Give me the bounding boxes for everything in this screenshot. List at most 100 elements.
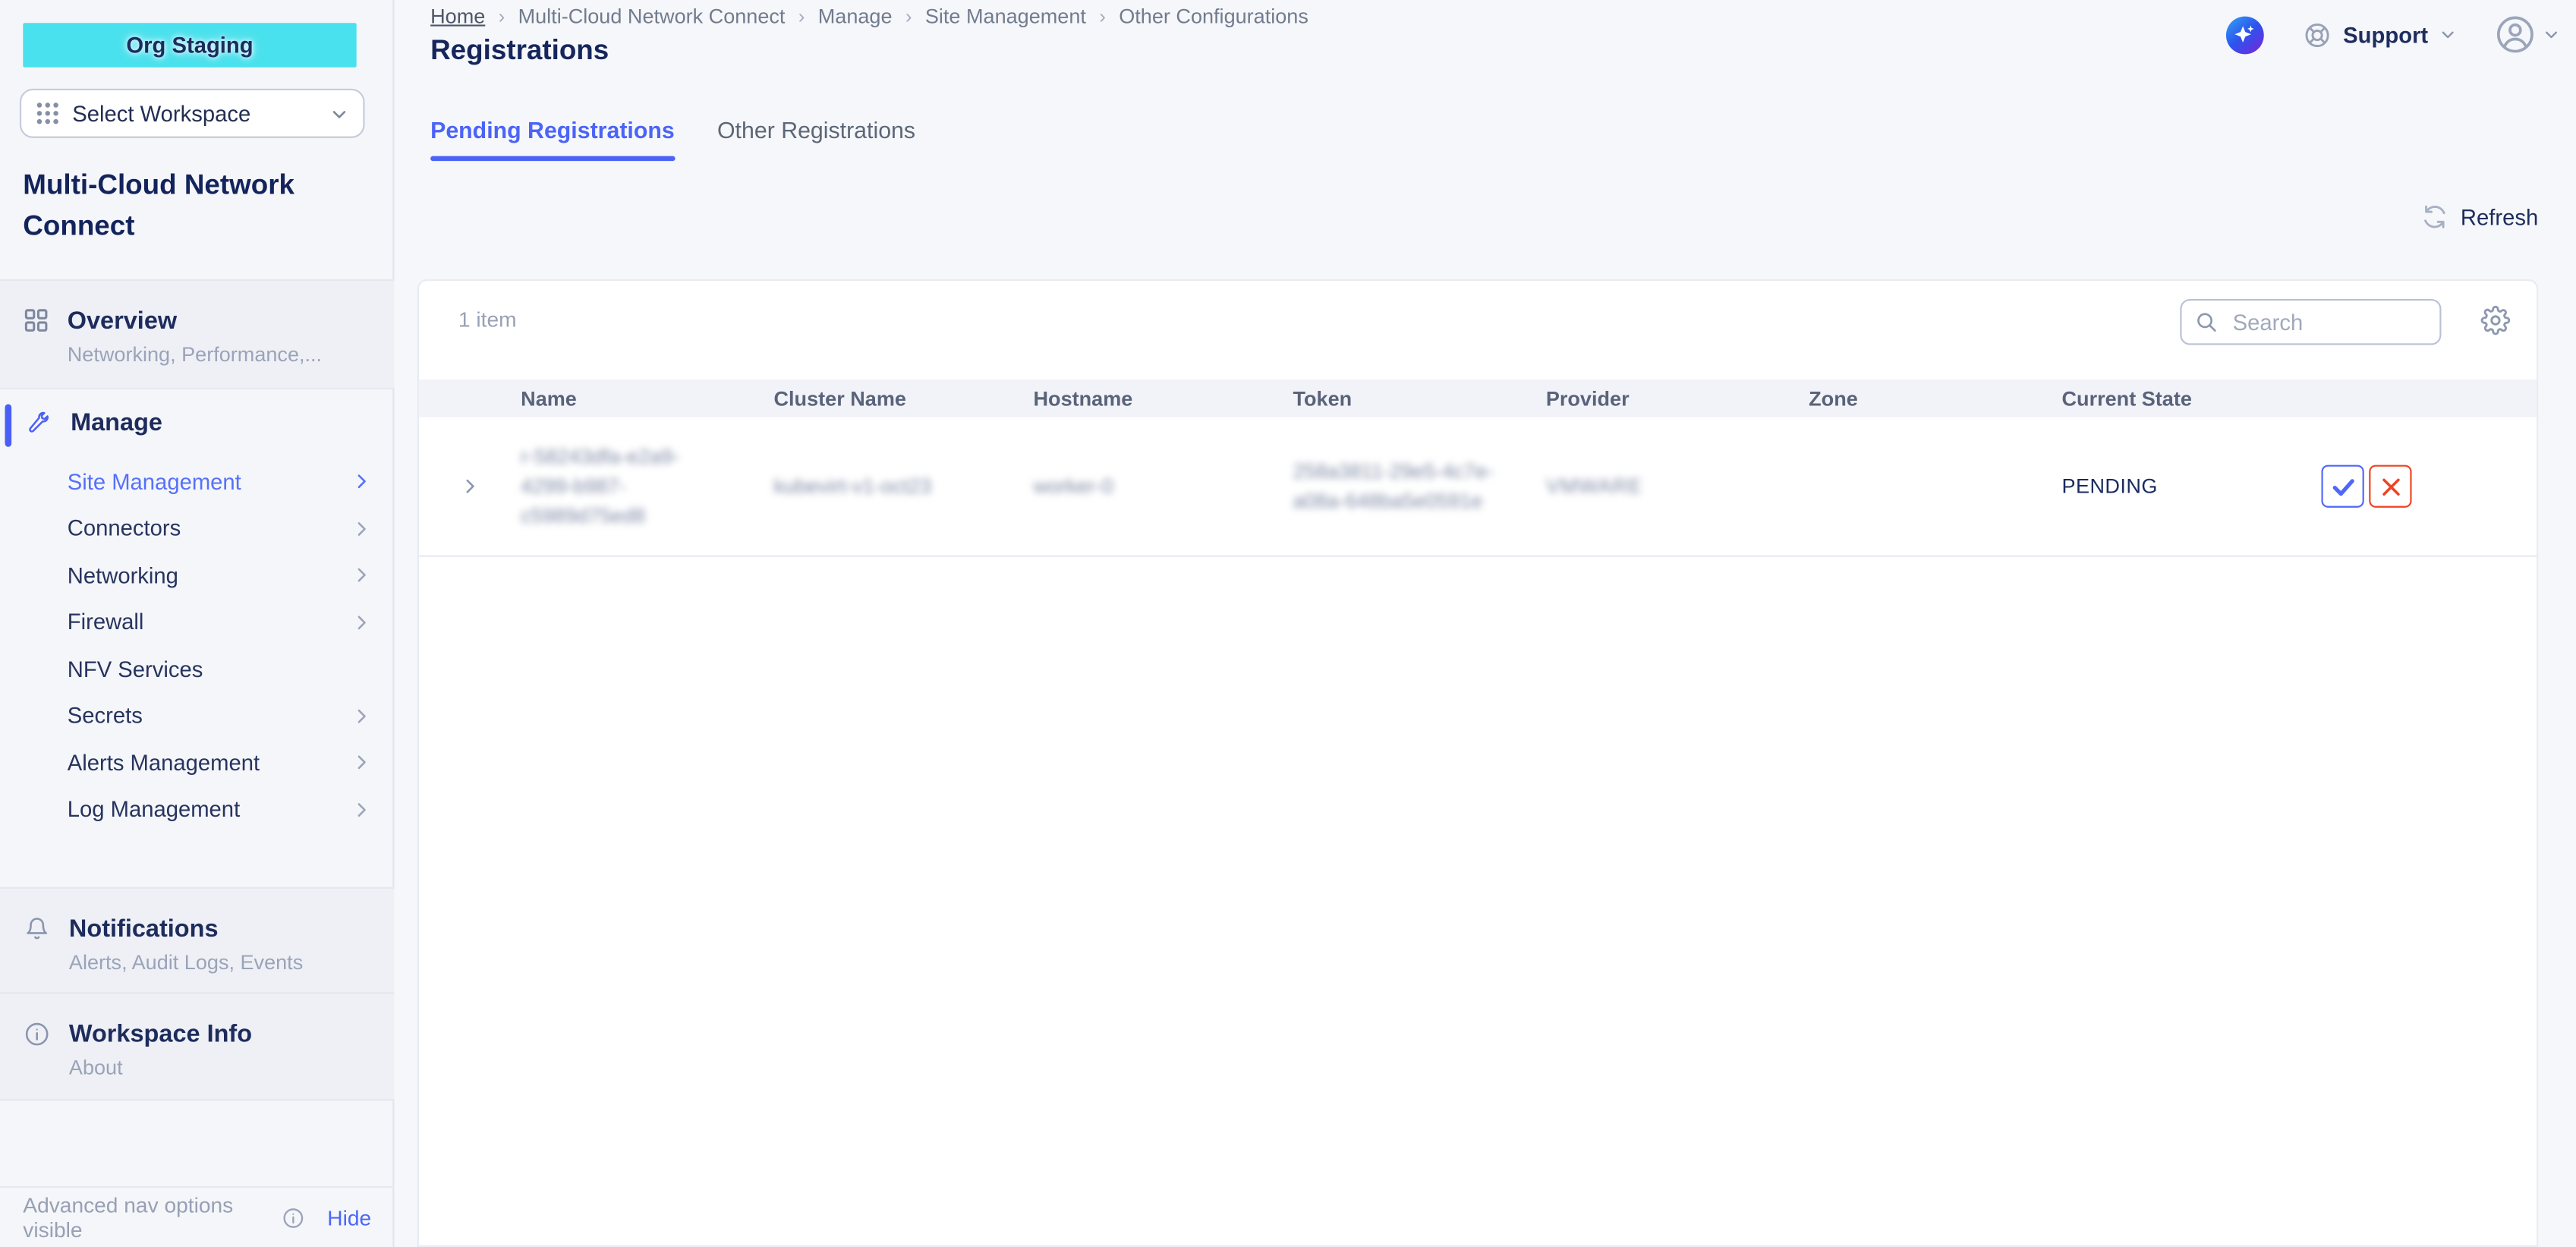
chevron-down-icon bbox=[330, 104, 348, 122]
x-icon bbox=[2378, 474, 2402, 498]
bell-icon bbox=[24, 917, 49, 941]
tab-other-registrations[interactable]: Other Registrations bbox=[717, 117, 915, 161]
app-root: Org Staging Select Workspace Multi-Cloud… bbox=[0, 0, 2576, 1247]
search-input[interactable] bbox=[2229, 308, 2426, 336]
overview-label: Overview bbox=[68, 307, 322, 335]
sidebar-item-label: Firewall bbox=[68, 610, 351, 635]
wrench-icon bbox=[24, 410, 51, 436]
sidebar-item-label: Secrets bbox=[68, 704, 351, 728]
account-menu[interactable] bbox=[2496, 14, 2559, 54]
cell-current-state: PENDING bbox=[2061, 475, 2259, 498]
breadcrumb-separator: › bbox=[905, 5, 912, 27]
sparkle-badge-icon[interactable] bbox=[2226, 16, 2264, 54]
chevron-right-icon bbox=[351, 706, 371, 726]
search-icon bbox=[2195, 310, 2218, 333]
cell-name: r-58243dfa-e2a9-4299-b987-c5989d75ed8 bbox=[521, 442, 754, 531]
manage-label: Manage bbox=[71, 409, 162, 437]
chevron-right-icon bbox=[351, 518, 371, 538]
manage-submenu: Site Management Connectors Networking Firew… bbox=[0, 458, 394, 833]
table-header-row: NameCluster NameHostnameTokenProviderZon… bbox=[419, 379, 2537, 417]
breadcrumb-item[interactable]: Manage bbox=[818, 5, 893, 27]
gear-icon[interactable] bbox=[2480, 306, 2510, 335]
column-header-cluster-name: Cluster Name bbox=[773, 387, 1033, 410]
sidebar-item-overview[interactable]: Overview Networking, Performance,... bbox=[0, 279, 394, 389]
sidebar-item-networking[interactable]: Networking bbox=[0, 552, 394, 599]
active-section-indicator bbox=[5, 404, 11, 446]
chevron-down-icon bbox=[2543, 27, 2560, 43]
breadcrumb-item[interactable]: Multi-Cloud Network Connect bbox=[518, 5, 786, 27]
sidebar-item-label: Site Management bbox=[68, 470, 351, 494]
column-header-hostname: Hostname bbox=[1033, 387, 1293, 410]
sidebar-item-site-management[interactable]: Site Management bbox=[0, 458, 394, 505]
row-expander-chevron-icon[interactable] bbox=[419, 477, 521, 496]
cell-cluster-name: kubevirt-v1-oct23 bbox=[773, 471, 1033, 501]
column-header-current-state: Current State bbox=[2061, 387, 2259, 410]
notifications-subtitle: Alerts, Audit Logs, Events bbox=[69, 951, 303, 974]
row-actions bbox=[2259, 465, 2537, 508]
life-ring-icon bbox=[2304, 20, 2332, 49]
registrations-card: 1 item NameCluster NameHostnameTokenProv… bbox=[417, 279, 2538, 1247]
reject-button[interactable] bbox=[2369, 465, 2411, 508]
item-count: 1 item bbox=[458, 307, 517, 332]
refresh-label: Refresh bbox=[2461, 204, 2538, 228]
user-avatar-icon bbox=[2496, 14, 2535, 54]
table-row: r-58243dfa-e2a9-4299-b987-c5989d75ed8 kub… bbox=[419, 417, 2537, 557]
tab-pending-registrations[interactable]: Pending Registrations bbox=[430, 117, 675, 161]
sidebar-item-label: Alerts Management bbox=[68, 751, 351, 775]
sidebar-spacer bbox=[0, 1101, 394, 1186]
org-banner-label: Org Staging bbox=[126, 33, 253, 57]
sidebar-item-label: Log Management bbox=[68, 797, 351, 821]
workspace-selector-label: Select Workspace bbox=[72, 101, 317, 125]
support-menu[interactable]: Support bbox=[2304, 20, 2456, 49]
sidebar-item-label: NFV Services bbox=[68, 657, 371, 681]
info-circle-icon bbox=[283, 1207, 304, 1228]
chevron-right-icon bbox=[351, 753, 371, 773]
grid-dots-icon bbox=[36, 102, 59, 124]
header-actions: Support bbox=[2226, 14, 2559, 54]
workspace-selector[interactable]: Select Workspace bbox=[20, 89, 365, 138]
sidebar-item-manage[interactable]: Manage bbox=[0, 389, 394, 453]
hide-advanced-nav-link[interactable]: Hide bbox=[327, 1205, 371, 1230]
workspace-info-subtitle: About bbox=[69, 1056, 252, 1079]
chevron-down-icon bbox=[2439, 27, 2456, 43]
sidebar-item-connectors[interactable]: Connectors bbox=[0, 505, 394, 553]
column-header-zone: Zone bbox=[1809, 387, 2061, 410]
sidebar: Org Staging Select Workspace Multi-Cloud… bbox=[0, 0, 394, 1247]
refresh-button[interactable]: Refresh bbox=[2421, 203, 2538, 230]
approve-button[interactable] bbox=[2321, 465, 2363, 508]
sidebar-item-notifications[interactable]: Notifications Alerts, Audit Logs, Events bbox=[0, 887, 394, 994]
chevron-right-icon bbox=[351, 800, 371, 820]
breadcrumb-item: Other Configurations bbox=[1119, 5, 1308, 27]
breadcrumb: Home › Multi-Cloud Network Connect › Manage ›… bbox=[430, 5, 1308, 27]
chevron-right-icon bbox=[351, 565, 371, 585]
overview-subtitle: Networking, Performance,... bbox=[68, 343, 322, 366]
sidebar-item-secrets[interactable]: Secrets bbox=[0, 692, 394, 739]
page-title: Registrations bbox=[430, 34, 609, 67]
column-header-token: Token bbox=[1293, 387, 1545, 410]
chevron-right-icon bbox=[351, 612, 371, 632]
notifications-label: Notifications bbox=[69, 915, 303, 943]
sidebar-item-log-management[interactable]: Log Management bbox=[0, 786, 394, 833]
grid-squares-icon bbox=[24, 309, 47, 332]
sidebar-item-nfv-services[interactable]: NFV Services bbox=[0, 646, 394, 693]
search-box bbox=[2180, 299, 2441, 345]
advanced-nav-text: Advanced nav options visible bbox=[23, 1192, 273, 1242]
cell-hostname: worker-0 bbox=[1033, 471, 1293, 501]
support-label: Support bbox=[2343, 22, 2428, 46]
org-banner[interactable]: Org Staging bbox=[23, 23, 356, 67]
sidebar-item-label: Networking bbox=[68, 563, 351, 587]
cell-token: 258a3811-29e5-4c7e-a08a-648ba5e0591e bbox=[1293, 457, 1523, 516]
sidebar-workspace-title: Multi-Cloud Network Connect bbox=[23, 164, 371, 246]
chevron-right-icon bbox=[351, 472, 371, 492]
breadcrumb-separator: › bbox=[798, 5, 805, 27]
breadcrumb-separator: › bbox=[499, 5, 505, 27]
table-body: r-58243dfa-e2a9-4299-b987-c5989d75ed8 kub… bbox=[419, 417, 2537, 557]
sidebar-item-alerts-management[interactable]: Alerts Management bbox=[0, 739, 394, 786]
sidebar-item-firewall[interactable]: Firewall bbox=[0, 599, 394, 646]
breadcrumb-separator: › bbox=[1099, 5, 1106, 27]
sidebar-item-workspace-info[interactable]: Workspace Info About bbox=[0, 994, 394, 1101]
column-header-name: Name bbox=[521, 387, 773, 410]
column-header-provider: Provider bbox=[1546, 387, 1809, 410]
breadcrumb-item[interactable]: Site Management bbox=[925, 5, 1086, 27]
breadcrumb-item[interactable]: Home bbox=[430, 5, 485, 27]
